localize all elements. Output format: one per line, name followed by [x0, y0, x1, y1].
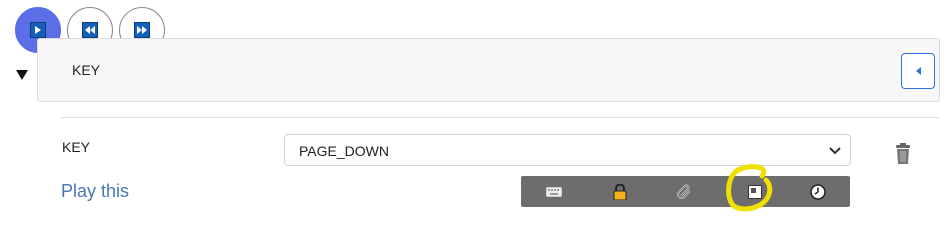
step-toolbar	[521, 176, 850, 207]
play-icon	[30, 22, 46, 38]
keyboard-icon[interactable]	[539, 176, 569, 207]
key-label: KEY	[62, 139, 91, 155]
screenshot-icon[interactable]	[740, 176, 770, 207]
caret-left-icon	[915, 67, 921, 75]
collapse-button[interactable]	[901, 53, 935, 89]
key-select[interactable]: PAGE_DOWN	[284, 134, 851, 166]
rewind-icon	[82, 22, 98, 38]
play-this-link[interactable]: Play this	[61, 181, 129, 202]
clock-icon[interactable]	[803, 176, 833, 207]
chevron-down-icon	[829, 147, 841, 155]
caret-down-icon[interactable]	[16, 70, 28, 80]
paperclip-icon[interactable]	[670, 176, 700, 207]
lock-icon[interactable]	[605, 176, 635, 207]
panel-title: KEY	[72, 62, 101, 78]
key-panel-header	[37, 38, 940, 102]
trash-icon[interactable]	[893, 143, 913, 165]
divider	[60, 117, 940, 118]
key-select-value: PAGE_DOWN	[299, 143, 389, 159]
fast-forward-icon	[134, 22, 150, 38]
